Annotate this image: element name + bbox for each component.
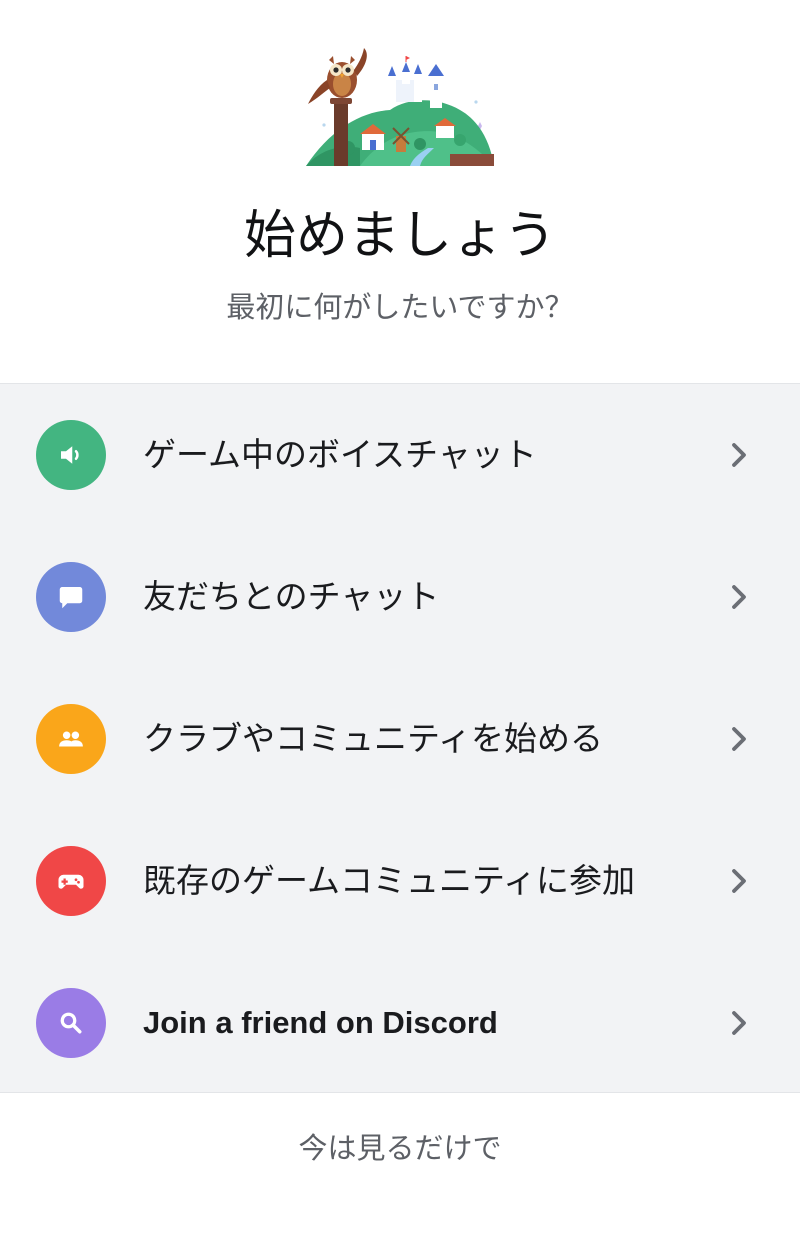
chevron-right-icon (732, 727, 746, 751)
option-label: クラブやコミュニティを始める (143, 719, 604, 758)
option-label: 既存のゲームコミュニティに参加 (143, 861, 636, 900)
speaker-icon (36, 420, 106, 490)
chevron-right-icon (732, 585, 746, 609)
option-chat-with-friends[interactable]: 友だちとのチャット (0, 526, 800, 668)
option-voice-chat-in-game[interactable]: ゲーム中のボイスチャット (0, 384, 800, 526)
gamepad-icon (36, 846, 106, 916)
option-join-friend-on-discord[interactable]: Join a friend on Discord (0, 952, 800, 1094)
chevron-right-icon (732, 869, 746, 893)
options-list: ゲーム中のボイスチャット 友だちとのチャット クラブやコミュニティを始める 既存… (0, 383, 800, 1093)
search-icon (36, 988, 106, 1058)
option-join-game-community[interactable]: 既存のゲームコミュニティに参加 (0, 810, 800, 952)
owl-castle-illustration (306, 48, 494, 166)
page-title: 始めましょう (243, 206, 556, 266)
page-subtitle: 最初に何がしたいですか？ (226, 290, 574, 324)
option-label: ゲーム中のボイスチャット (143, 435, 537, 474)
chevron-right-icon (732, 443, 746, 467)
option-label: Join a friend on Discord (143, 1005, 498, 1040)
chevron-right-icon (732, 1011, 746, 1035)
chat-bubble-icon (36, 562, 106, 632)
skip-link[interactable]: 今は見るだけで (0, 1126, 800, 1170)
people-icon (36, 704, 106, 774)
option-start-club-community[interactable]: クラブやコミュニティを始める (0, 668, 800, 810)
option-label: 友だちとのチャット (143, 577, 440, 616)
